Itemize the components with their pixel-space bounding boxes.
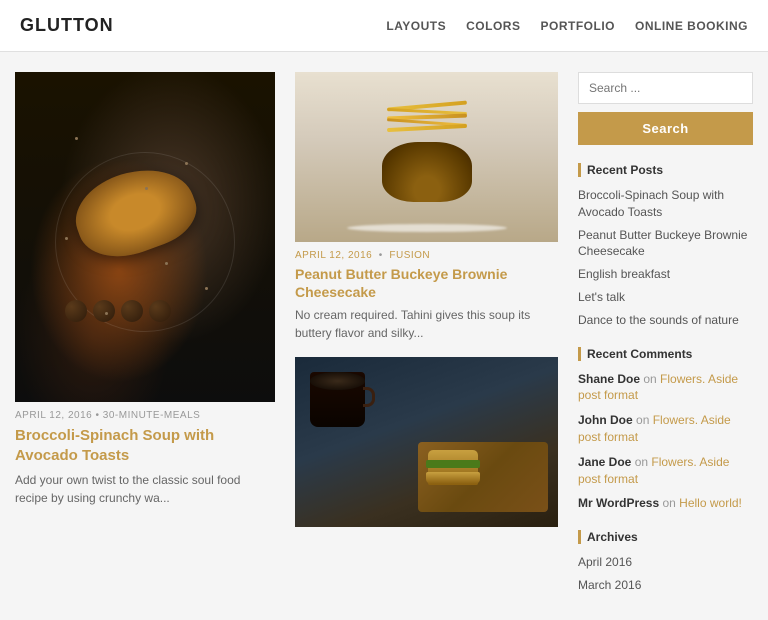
scatter-dots <box>45 112 245 362</box>
post-card-2 <box>295 357 558 527</box>
recent-post-4[interactable]: Dance to the sounds of nature <box>578 312 753 329</box>
archives-section: Archives April 2016 March 2016 <box>578 530 753 594</box>
dot <box>145 187 148 190</box>
recent-post-1[interactable]: Peanut Butter Buckeye Brownie Cheesecake <box>578 227 753 261</box>
dot <box>105 312 108 315</box>
recent-posts-title: Recent Posts <box>578 163 753 177</box>
nav-portfolio[interactable]: PORTFOLIO <box>540 19 615 33</box>
featured-post-image <box>15 72 275 402</box>
post-card-1: APRIL 12, 2016 • FUSION Peanut Butter Bu… <box>295 72 558 342</box>
archive-1[interactable]: March 2016 <box>578 577 753 594</box>
main-container: APRIL 12, 2016 • 30-MINUTE-MEALS Broccol… <box>0 52 768 620</box>
posts-column: APRIL 12, 2016 • FUSION Peanut Butter Bu… <box>295 72 558 600</box>
accent-bar <box>578 163 581 177</box>
search-input-wrap <box>578 72 753 104</box>
comment-1: John Doe on Flowers. Aside post format <box>578 412 753 446</box>
recent-posts-section: Recent Posts Broccoli-Spinach Soup with … <box>578 163 753 329</box>
comment-0: Shane Doe on Flowers. Aside post format <box>578 371 753 405</box>
burger-image <box>295 72 558 242</box>
featured-post-column: APRIL 12, 2016 • 30-MINUTE-MEALS Broccol… <box>15 72 275 600</box>
featured-post-title[interactable]: Broccoli-Spinach Soup with Avocado Toast… <box>15 426 275 465</box>
site-logo: GLUTTON <box>20 15 114 36</box>
dot <box>205 287 208 290</box>
post-title-1[interactable]: Peanut Butter Buckeye Brownie Cheesecake <box>295 265 558 301</box>
post-excerpt-1: No cream required. Tahini gives this sou… <box>295 306 558 342</box>
search-button[interactable]: Search <box>578 112 753 145</box>
recent-comments-section: Recent Comments Shane Doe on Flowers. As… <box>578 347 753 513</box>
recent-comments-title: Recent Comments <box>578 347 753 361</box>
recent-post-0[interactable]: Broccoli-Spinach Soup with Avocado Toast… <box>578 187 753 221</box>
sidebar: Search Recent Posts Broccoli-Spinach Sou… <box>578 72 753 600</box>
accent-bar-2 <box>578 347 581 361</box>
recent-post-3[interactable]: Let's talk <box>578 289 753 306</box>
nav-online-booking[interactable]: ONLINE BOOKING <box>635 19 748 33</box>
comment-2: Jane Doe on Flowers. Aside post format <box>578 454 753 488</box>
dot <box>65 237 68 240</box>
recent-post-2[interactable]: English breakfast <box>578 266 753 283</box>
main-nav: LAYOUTS COLORS PORTFOLIO ONLINE BOOKING <box>386 19 748 33</box>
food-bg <box>15 72 275 402</box>
featured-post-excerpt: Add your own twist to the classic soul f… <box>15 471 275 507</box>
dot <box>165 262 168 265</box>
archive-0[interactable]: April 2016 <box>578 554 753 571</box>
featured-post-meta: APRIL 12, 2016 • 30-MINUTE-MEALS <box>15 410 275 421</box>
site-header: GLUTTON LAYOUTS COLORS PORTFOLIO ONLINE … <box>0 0 768 52</box>
accent-bar-3 <box>578 530 581 544</box>
post-meta-1: APRIL 12, 2016 • FUSION <box>295 250 558 261</box>
dot <box>185 162 188 165</box>
nav-colors[interactable]: COLORS <box>466 19 520 33</box>
post-image-2 <box>295 357 558 527</box>
post-image-1 <box>295 72 558 242</box>
dot <box>75 137 78 140</box>
archives-title: Archives <box>578 530 753 544</box>
post-cat-1: FUSION <box>389 250 430 261</box>
comment-3: Mr WordPress on Hello world! <box>578 495 753 512</box>
nav-layouts[interactable]: LAYOUTS <box>386 19 446 33</box>
post-date-1: APRIL 12, 2016 <box>295 250 372 261</box>
search-input[interactable] <box>578 72 753 104</box>
